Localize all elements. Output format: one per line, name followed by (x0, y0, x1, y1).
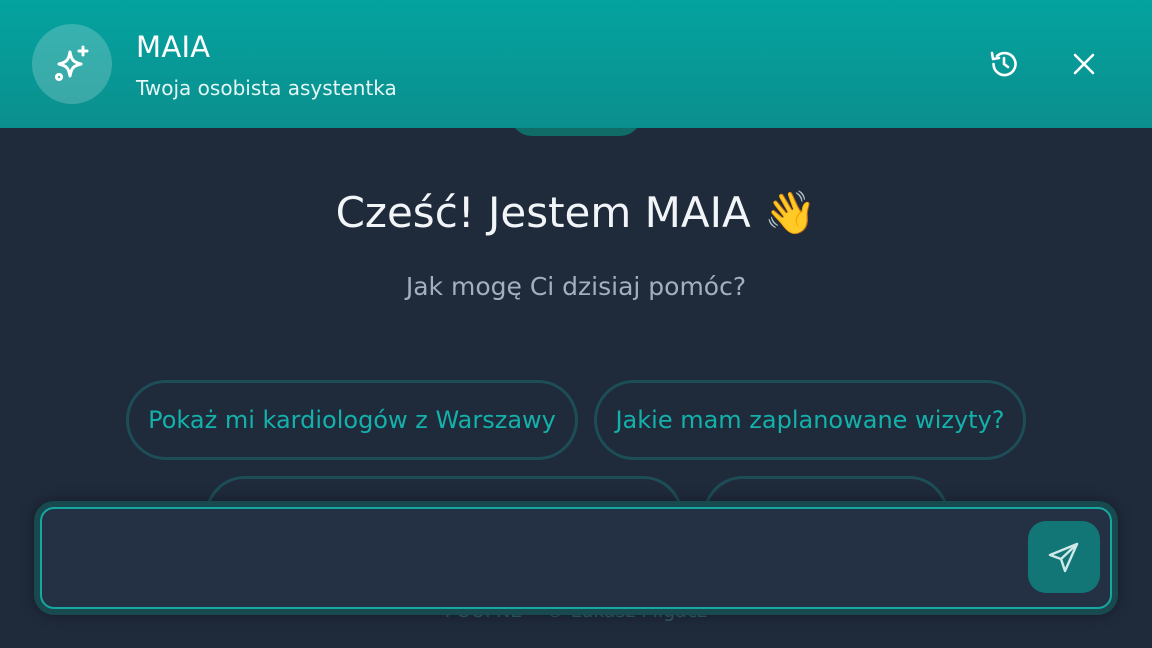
composer (34, 501, 1118, 615)
suggestion-label: Jakie mam zaplanowane wizyty? (615, 406, 1005, 434)
message-input[interactable] (60, 527, 1020, 589)
close-icon (1073, 53, 1095, 75)
header: MAIA Twoja osobista asystentka (0, 0, 1152, 128)
message-input-box (40, 507, 1112, 609)
app-subtitle: Twoja osobista asystentka (136, 76, 397, 100)
history-button[interactable] (980, 40, 1028, 88)
suggestion-label: Pokaż mi kardiologów z Warszawy (148, 406, 556, 434)
avatar (32, 24, 112, 104)
greeting-heading: Cześć! Jestem MAIA 👋 (335, 188, 817, 237)
app-title: MAIA (136, 30, 211, 64)
send-button[interactable] (1028, 521, 1100, 593)
maia-chat-window: MAIA Twoja osobista asystentka Cześć! Je… (0, 0, 1152, 648)
history-icon (990, 51, 1017, 77)
send-icon (1048, 542, 1079, 573)
suggestion-chip[interactable]: Pokaż mi kardiologów z Warszawy (126, 380, 578, 460)
suggestion-chip[interactable]: Jakie mam zaplanowane wizyty? (594, 380, 1026, 460)
sparkles-icon (54, 45, 89, 82)
close-button[interactable] (1060, 40, 1108, 88)
greeting-subtitle: Jak mogę Ci dzisiaj pomóc? (405, 272, 747, 301)
